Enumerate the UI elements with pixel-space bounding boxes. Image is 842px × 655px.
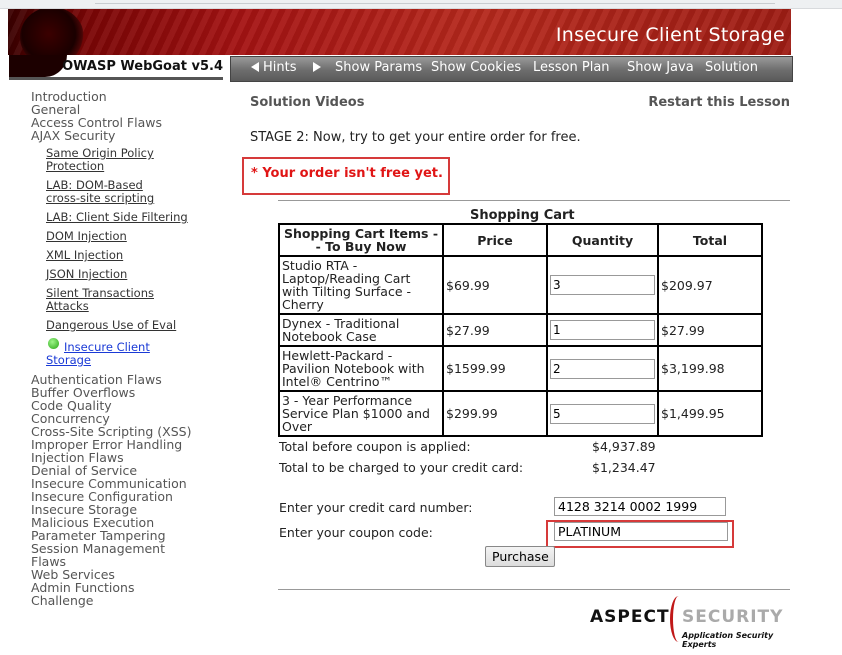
solution-videos-link[interactable]: Solution Videos xyxy=(250,95,364,110)
lesson-menu: Introduction General Access Control Flaw… xyxy=(31,90,226,607)
next-hint-button[interactable] xyxy=(313,60,325,75)
item-name: Dynex - Traditional Notebook Case xyxy=(278,313,444,347)
item-price: $1599.99 xyxy=(442,345,548,392)
quantity-input[interactable] xyxy=(550,403,655,424)
total-charged-value: $1,234.47 xyxy=(592,460,656,475)
item-total: $27.99 xyxy=(657,313,763,347)
logo-tagline: Application Security Experts xyxy=(682,631,774,649)
logo-text-aspect: ASPECT xyxy=(590,607,670,627)
webgoat-logo xyxy=(20,9,84,55)
table-row: Studio RTA - Laptop/Reading Cart with Ti… xyxy=(278,255,763,315)
table-header-row: Shopping Cart Items -- To Buy Now Price … xyxy=(278,223,763,257)
quantity-cell xyxy=(546,255,659,315)
column-header-items: Shopping Cart Items -- To Buy Now xyxy=(278,223,444,257)
brand-label: OWASP WebGoat v5.4 xyxy=(9,55,223,80)
show-cookies-button[interactable]: Show Cookies xyxy=(431,60,521,75)
brand-text: OWASP WebGoat v5.4 xyxy=(62,59,223,74)
quantity-cell xyxy=(546,313,659,347)
show-java-button[interactable]: Show Java xyxy=(627,60,694,75)
show-params-button[interactable]: Show Params xyxy=(335,60,422,75)
item-price: $69.99 xyxy=(442,255,548,315)
total-before-value: $4,937.89 xyxy=(592,439,656,454)
menu-item-client-filtering[interactable]: LAB: Client Side Filtering xyxy=(46,211,226,224)
logo-tail xyxy=(9,55,67,77)
logo-text-security: SECURITY xyxy=(682,607,784,627)
item-name: 3 - Year Performance Service Plan $1000 … xyxy=(278,390,444,437)
header-banner: Insecure Client Storage xyxy=(8,9,791,55)
item-total: $209.97 xyxy=(657,255,763,315)
divider xyxy=(278,589,790,590)
error-message: * Your order isn't free yet. xyxy=(251,166,443,181)
checkmark-icon xyxy=(48,338,59,349)
purchase-button[interactable]: Purchase xyxy=(485,546,555,567)
hints-button[interactable]: Hints xyxy=(251,60,297,75)
coupon-label: Enter your coupon code: xyxy=(279,525,433,540)
item-total: $3,199.98 xyxy=(657,345,763,392)
credit-card-label: Enter your credit card number: xyxy=(279,500,473,515)
menu-item-silent-transactions[interactable]: Silent Transactions Attacks xyxy=(46,287,161,313)
quantity-input[interactable] xyxy=(550,358,655,379)
quantity-cell xyxy=(546,390,659,437)
table-row: 3 - Year Performance Service Plan $1000 … xyxy=(278,390,763,437)
credit-card-input[interactable] xyxy=(554,497,726,516)
divider xyxy=(95,3,775,4)
restart-lesson-link[interactable]: Restart this Lesson xyxy=(648,95,790,110)
item-price: $299.99 xyxy=(442,390,548,437)
quantity-input[interactable] xyxy=(550,320,655,340)
lesson-title: Insecure Client Storage xyxy=(555,24,785,46)
shopping-cart-table: Shopping Cart Items -- To Buy Now Price … xyxy=(278,223,763,437)
coupon-highlight xyxy=(546,520,734,548)
total-charged-label: Total to be charged to your credit card: xyxy=(279,460,524,475)
menu-item-json-injection[interactable]: JSON Injection xyxy=(46,268,226,281)
hints-label: Hints xyxy=(263,60,297,75)
current-lesson: Insecure Client Storage xyxy=(46,338,226,367)
item-price: $27.99 xyxy=(442,313,548,347)
prev-hint-icon[interactable] xyxy=(251,61,259,72)
menu-session-management[interactable]: Session Management Flaws xyxy=(31,542,166,568)
table-row: Hewlett-Packard - Pavilion Notebook with… xyxy=(278,345,763,392)
cart-title: Shopping Cart xyxy=(470,208,575,223)
browser-top-strip xyxy=(0,0,842,9)
column-header-price: Price xyxy=(442,223,548,257)
total-before-label: Total before coupon is applied: xyxy=(279,439,471,454)
menu-item-dom-xss[interactable]: LAB: DOM-Based cross-site scripting xyxy=(46,179,176,205)
table-row: Dynex - Traditional Notebook Case $27.99… xyxy=(278,313,763,347)
menu-challenge[interactable]: Challenge xyxy=(31,594,226,607)
item-total: $1,499.95 xyxy=(657,390,763,437)
stage-instructions: STAGE 2: Now, try to get your entire ord… xyxy=(250,130,581,145)
menu-item-same-origin[interactable]: Same Origin Policy Protection xyxy=(46,147,166,173)
quantity-cell xyxy=(546,345,659,392)
lesson-toolbar: Hints Show Params Show Cookies Lesson Pl… xyxy=(230,56,793,82)
next-hint-icon[interactable] xyxy=(313,61,321,72)
column-header-quantity: Quantity xyxy=(546,223,659,257)
quantity-input[interactable] xyxy=(550,275,655,295)
menu-ajax-security[interactable]: AJAX Security xyxy=(31,129,226,142)
item-name: Hewlett-Packard - Pavilion Notebook with… xyxy=(278,345,444,392)
item-name: Studio RTA - Laptop/Reading Cart with Ti… xyxy=(278,255,444,315)
menu-item-dom-injection[interactable]: DOM Injection xyxy=(46,230,226,243)
lesson-plan-button[interactable]: Lesson Plan xyxy=(533,60,610,75)
menu-item-xml-injection[interactable]: XML Injection xyxy=(46,249,226,262)
menu-item-insecure-client-storage[interactable]: Insecure Client Storage xyxy=(46,341,161,367)
column-header-total: Total xyxy=(657,223,763,257)
divider xyxy=(278,200,790,201)
aspect-security-logo: ASPECT SECURITY Application Security Exp… xyxy=(590,596,790,649)
solution-button[interactable]: Solution xyxy=(705,60,758,75)
menu-item-dangerous-eval[interactable]: Dangerous Use of Eval xyxy=(46,319,226,332)
